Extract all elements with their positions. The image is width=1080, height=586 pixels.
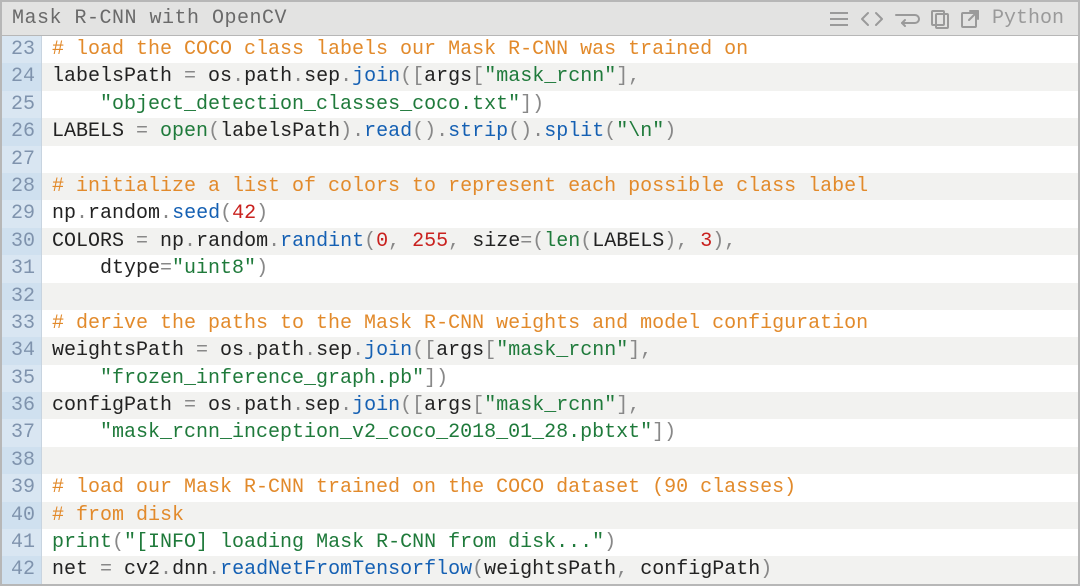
code-content: # from disk (42, 502, 1078, 529)
code-content: # load our Mask R-CNN trained on the COC… (42, 474, 1078, 501)
line-number: 42 (2, 556, 42, 583)
code-area: 23# load the COCO class labels our Mask … (2, 36, 1078, 584)
code-line: 34weightsPath = os.path.sep.join([args["… (2, 337, 1078, 364)
line-number: 35 (2, 365, 42, 392)
code-snippet-card: Mask R-CNN with OpenCV Python 23# load t… (0, 0, 1080, 586)
line-number: 28 (2, 173, 42, 200)
code-line: 40# from disk (2, 502, 1078, 529)
code-line: 32 (2, 283, 1078, 310)
line-number: 39 (2, 474, 42, 501)
line-number: 36 (2, 392, 42, 419)
line-number: 23 (2, 36, 42, 63)
code-content: weightsPath = os.path.sep.join([args["ma… (42, 337, 1078, 364)
code-line: 28# initialize a list of colors to repre… (2, 173, 1078, 200)
code-content: # derive the paths to the Mask R-CNN wei… (42, 310, 1078, 337)
line-number: 40 (2, 502, 42, 529)
line-number: 29 (2, 200, 42, 227)
code-content: dtype="uint8") (42, 255, 1078, 282)
code-content: COLORS = np.random.randint(0, 255, size=… (42, 228, 1078, 255)
code-line: 25 "object_detection_classes_coco.txt"]) (2, 91, 1078, 118)
code-content (42, 146, 1078, 173)
open-external-icon[interactable] (960, 9, 980, 29)
line-number: 27 (2, 146, 42, 173)
line-number: 31 (2, 255, 42, 282)
code-line: 38 (2, 447, 1078, 474)
line-number: 25 (2, 91, 42, 118)
code-line: 37 "mask_rcnn_inception_v2_coco_2018_01_… (2, 419, 1078, 446)
menu-icon[interactable] (828, 10, 850, 28)
line-number: 38 (2, 447, 42, 474)
code-content: # initialize a list of colors to represe… (42, 173, 1078, 200)
code-line: 42net = cv2.dnn.readNetFromTensorflow(we… (2, 556, 1078, 583)
code-line: 31 dtype="uint8") (2, 255, 1078, 282)
code-content: "object_detection_classes_coco.txt"]) (42, 91, 1078, 118)
code-content: LABELS = open(labelsPath).read().strip()… (42, 118, 1078, 145)
card-header: Mask R-CNN with OpenCV Python (2, 2, 1078, 36)
code-line: 39# load our Mask R-CNN trained on the C… (2, 474, 1078, 501)
code-content: net = cv2.dnn.readNetFromTensorflow(weig… (42, 556, 1078, 583)
code-content: "mask_rcnn_inception_v2_coco_2018_01_28.… (42, 419, 1078, 446)
code-icon[interactable] (860, 10, 884, 28)
code-content (42, 283, 1078, 310)
code-content: labelsPath = os.path.sep.join([args["mas… (42, 63, 1078, 90)
code-content: print("[INFO] loading Mask R-CNN from di… (42, 529, 1078, 556)
line-number: 26 (2, 118, 42, 145)
card-title: Mask R-CNN with OpenCV (2, 7, 828, 30)
language-label: Python (990, 7, 1068, 30)
code-content: np.random.seed(42) (42, 200, 1078, 227)
code-line: 26LABELS = open(labelsPath).read().strip… (2, 118, 1078, 145)
code-line: 36configPath = os.path.sep.join([args["m… (2, 392, 1078, 419)
code-line: 30COLORS = np.random.randint(0, 255, siz… (2, 228, 1078, 255)
code-content: configPath = os.path.sep.join([args["mas… (42, 392, 1078, 419)
code-line: 24labelsPath = os.path.sep.join([args["m… (2, 63, 1078, 90)
wrap-icon[interactable] (894, 10, 920, 28)
code-content (42, 447, 1078, 474)
code-line: 33# derive the paths to the Mask R-CNN w… (2, 310, 1078, 337)
code-line: 29np.random.seed(42) (2, 200, 1078, 227)
copy-icon[interactable] (930, 9, 950, 29)
line-number: 32 (2, 283, 42, 310)
code-line: 35 "frozen_inference_graph.pb"]) (2, 365, 1078, 392)
line-number: 33 (2, 310, 42, 337)
code-content: "frozen_inference_graph.pb"]) (42, 365, 1078, 392)
code-line: 27 (2, 146, 1078, 173)
code-content: # load the COCO class labels our Mask R-… (42, 36, 1078, 63)
header-toolbar: Python (828, 7, 1078, 30)
code-line: 41print("[INFO] loading Mask R-CNN from … (2, 529, 1078, 556)
line-number: 41 (2, 529, 42, 556)
line-number: 24 (2, 63, 42, 90)
line-number: 34 (2, 337, 42, 364)
code-line: 23# load the COCO class labels our Mask … (2, 36, 1078, 63)
line-number: 37 (2, 419, 42, 446)
line-number: 30 (2, 228, 42, 255)
